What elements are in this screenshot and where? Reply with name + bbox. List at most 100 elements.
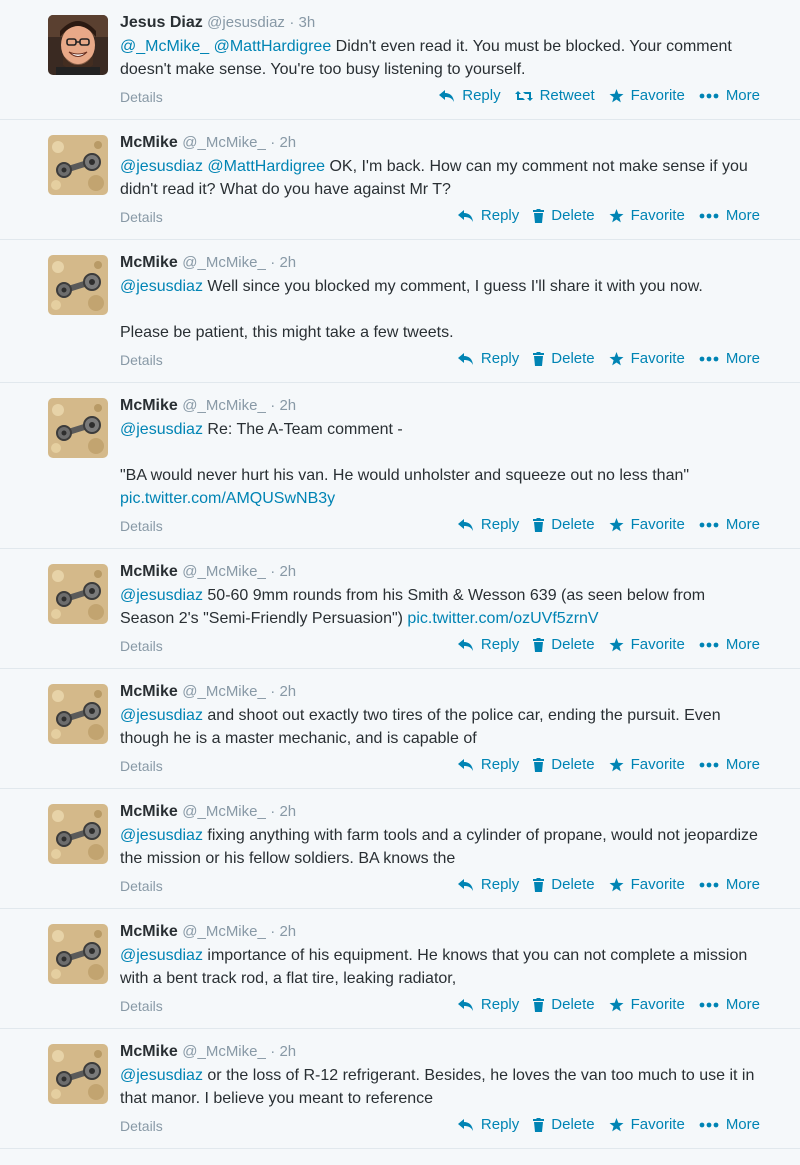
favorite-button[interactable]: Favorite <box>609 756 685 773</box>
author-handle[interactable]: @_McMike_ <box>182 397 266 414</box>
reply-button[interactable]: Reply <box>457 876 519 893</box>
details-link[interactable]: Details <box>120 89 163 105</box>
tweet-timestamp[interactable]: · 2h <box>270 397 296 414</box>
tweet-timestamp[interactable]: · 2h <box>270 563 296 580</box>
tweet-link[interactable]: @jesusdiaz <box>120 587 203 604</box>
tweet-timestamp[interactable]: · 2h <box>270 1043 296 1060</box>
avatar[interactable] <box>48 1044 108 1104</box>
tweet[interactable]: McMike @_McMike_ · 2h @jesusdiaz Well si… <box>0 240 800 383</box>
avatar[interactable] <box>48 135 108 195</box>
favorite-button[interactable]: Favorite <box>609 876 685 893</box>
author-name[interactable]: McMike <box>120 1043 178 1060</box>
tweet[interactable]: McMike @_McMike_ · 2h @jesusdiaz Re: The… <box>0 383 800 549</box>
reply-button[interactable]: Reply <box>457 636 519 653</box>
tweet[interactable]: McMike @_McMike_ · 2h @jesusdiaz importa… <box>0 909 800 1029</box>
reply-button[interactable]: Reply <box>457 516 519 533</box>
avatar[interactable] <box>48 15 108 75</box>
tweet-link[interactable]: pic.twitter.com/AMQUSwNB3y <box>120 490 335 507</box>
avatar[interactable] <box>48 255 108 315</box>
favorite-button[interactable]: Favorite <box>609 636 685 653</box>
author-handle[interactable]: @_McMike_ <box>182 134 266 151</box>
tweet[interactable]: Jesus Diaz @jesusdiaz · 3h @_McMike_ @Ma… <box>0 0 800 120</box>
tweet-timestamp[interactable]: · 2h <box>270 803 296 820</box>
more-button[interactable]: More <box>699 756 760 773</box>
avatar[interactable] <box>48 398 108 458</box>
author-name[interactable]: McMike <box>120 923 178 940</box>
delete-button[interactable]: Delete <box>533 516 595 533</box>
delete-button[interactable]: Delete <box>533 636 595 653</box>
author-handle[interactable]: @_McMike_ <box>182 923 266 940</box>
more-button[interactable]: More <box>699 1116 760 1133</box>
tweet-link[interactable]: @jesusdiaz <box>120 278 203 295</box>
tweet-link[interactable]: pic.twitter.com/ozUVf5zrnV <box>407 610 598 627</box>
tweet-link[interactable]: @jesusdiaz <box>120 947 203 964</box>
more-button[interactable]: More <box>699 996 760 1013</box>
tweet[interactable]: McMike @_McMike_ · 2h @jesusdiaz fixing … <box>0 789 800 909</box>
author-handle[interactable]: @_McMike_ <box>182 683 266 700</box>
tweet[interactable]: McMike @_McMike_ · 2h @jesusdiaz and sho… <box>0 669 800 789</box>
more-button[interactable]: More <box>699 87 760 104</box>
reply-button[interactable]: Reply <box>457 996 519 1013</box>
delete-button[interactable]: Delete <box>533 207 595 224</box>
delete-button[interactable]: Delete <box>533 350 595 367</box>
author-name[interactable]: McMike <box>120 397 178 414</box>
more-button[interactable]: More <box>699 207 760 224</box>
author-name[interactable]: McMike <box>120 254 178 271</box>
favorite-button[interactable]: Favorite <box>609 516 685 533</box>
author-handle[interactable]: @_McMike_ <box>182 1043 266 1060</box>
author-handle[interactable]: @_McMike_ <box>182 563 266 580</box>
delete-button[interactable]: Delete <box>533 996 595 1013</box>
favorite-button[interactable]: Favorite <box>609 350 685 367</box>
delete-button[interactable]: Delete <box>533 876 595 893</box>
author-handle[interactable]: @jesusdiaz <box>207 14 285 31</box>
tweet[interactable]: McMike @_McMike_ · 2h @jesusdiaz @MattHa… <box>0 120 800 240</box>
reply-button[interactable]: Reply <box>457 350 519 367</box>
author-name[interactable]: McMike <box>120 563 178 580</box>
tweet-timestamp[interactable]: · 2h <box>270 923 296 940</box>
tweet-timestamp[interactable]: · 2h <box>270 134 296 151</box>
favorite-button[interactable]: Favorite <box>609 996 685 1013</box>
author-handle[interactable]: @_McMike_ <box>182 254 266 271</box>
tweet-timestamp[interactable]: · 2h <box>270 254 296 271</box>
more-button[interactable]: More <box>699 350 760 367</box>
avatar[interactable] <box>48 804 108 864</box>
more-button[interactable]: More <box>699 636 760 653</box>
author-name[interactable]: McMike <box>120 803 178 820</box>
avatar[interactable] <box>48 564 108 624</box>
tweet-timestamp[interactable]: · 3h <box>289 14 315 31</box>
more-button[interactable]: More <box>699 876 760 893</box>
details-link[interactable]: Details <box>120 638 163 654</box>
reply-button[interactable]: Reply <box>457 207 519 224</box>
tweet-link[interactable]: @jesusdiaz <box>120 707 203 724</box>
author-name[interactable]: McMike <box>120 134 178 151</box>
tweet-link[interactable]: @jesusdiaz <box>120 158 203 175</box>
details-link[interactable]: Details <box>120 878 163 894</box>
tweet[interactable]: McMike @_McMike_ · 2h @jesusdiaz 50-60 9… <box>0 549 800 669</box>
more-button[interactable]: More <box>699 516 760 533</box>
details-link[interactable]: Details <box>120 209 163 225</box>
tweet-link[interactable]: @MattHardigree <box>214 38 332 55</box>
favorite-button[interactable]: Favorite <box>609 1116 685 1133</box>
avatar[interactable] <box>48 924 108 984</box>
details-link[interactable]: Details <box>120 1118 163 1134</box>
favorite-button[interactable]: Favorite <box>609 87 685 104</box>
tweet-timestamp[interactable]: · 2h <box>270 683 296 700</box>
author-handle[interactable]: @_McMike_ <box>182 803 266 820</box>
details-link[interactable]: Details <box>120 998 163 1014</box>
details-link[interactable]: Details <box>120 518 163 534</box>
author-name[interactable]: Jesus Diaz <box>120 14 203 31</box>
details-link[interactable]: Details <box>120 758 163 774</box>
reply-button[interactable]: Reply <box>457 756 519 773</box>
tweet-link[interactable]: @jesusdiaz <box>120 421 203 438</box>
tweet-link[interactable]: @_McMike_ <box>120 38 209 55</box>
author-name[interactable]: McMike <box>120 683 178 700</box>
tweet-link[interactable]: @jesusdiaz <box>120 827 203 844</box>
tweet-link[interactable]: @MattHardigree <box>207 158 325 175</box>
tweet[interactable]: McMike @_McMike_ · 2h @jesusdiaz or the … <box>0 1029 800 1149</box>
details-link[interactable]: Details <box>120 352 163 368</box>
avatar[interactable] <box>48 684 108 744</box>
retweet-button[interactable]: Retweet <box>514 87 595 104</box>
reply-button[interactable]: Reply <box>457 1116 519 1133</box>
delete-button[interactable]: Delete <box>533 1116 595 1133</box>
tweet-link[interactable]: @jesusdiaz <box>120 1067 203 1084</box>
